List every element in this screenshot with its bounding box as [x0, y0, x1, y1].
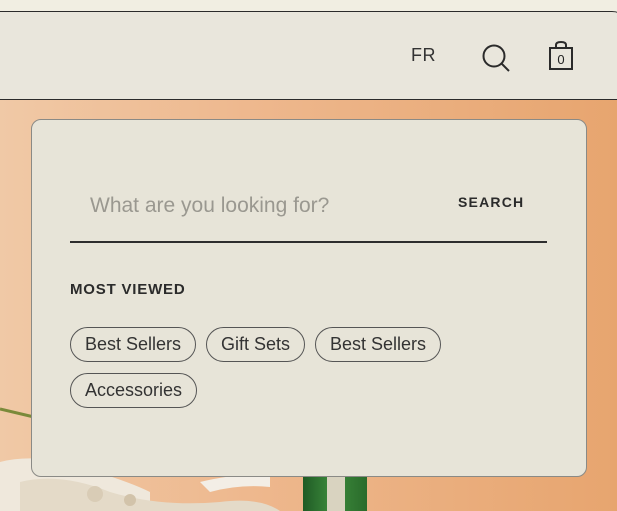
- search-button[interactable]: SEARCH: [458, 194, 524, 210]
- bottle-label: [327, 474, 345, 511]
- search-icon[interactable]: [481, 43, 511, 73]
- chip-best-sellers-2[interactable]: Best Sellers: [315, 327, 442, 362]
- chip-accessories[interactable]: Accessories: [70, 373, 198, 408]
- cart-count: 0: [557, 52, 565, 67]
- language-switch[interactable]: FR: [411, 45, 436, 66]
- most-viewed-title: MOST VIEWED: [70, 281, 186, 298]
- search-input[interactable]: [88, 190, 462, 222]
- chip-best-sellers[interactable]: Best Sellers: [70, 327, 197, 362]
- search-underline: [70, 241, 547, 243]
- site-header: FR 0: [0, 11, 617, 100]
- chip-gift-sets[interactable]: Gift Sets: [206, 327, 306, 362]
- cart-button[interactable]: 0: [548, 41, 574, 71]
- search-panel: SEARCH MOST VIEWED Best Sellers Gift Set…: [31, 119, 587, 477]
